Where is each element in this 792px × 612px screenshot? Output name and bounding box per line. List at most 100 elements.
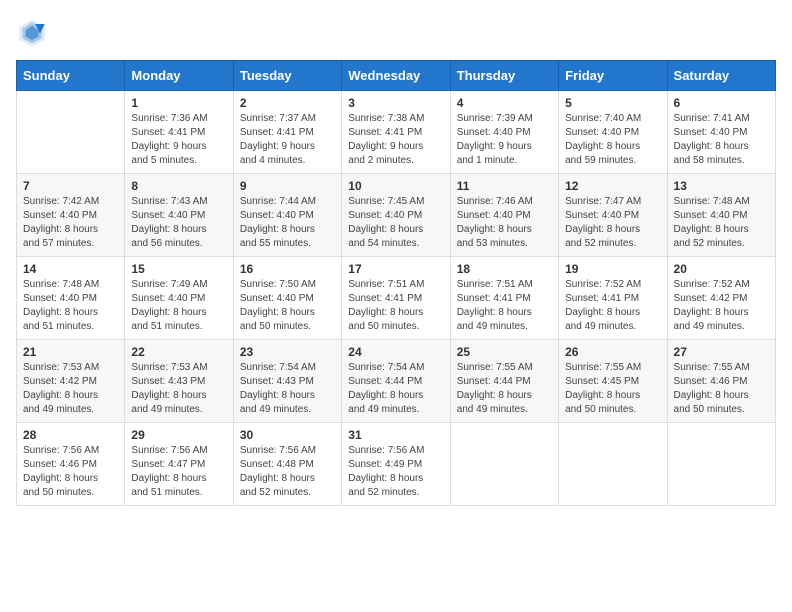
calendar-cell: 15 Sunrise: 7:49 AM Sunset: 4:40 PM Dayli… xyxy=(125,257,233,340)
calendar-cell: 1Sunrise: 7:36 AM Sunset: 4:41 PM Daylig… xyxy=(125,91,233,174)
calendar-cell: 21Sunrise: 7:53 AM Sunset: 4:42 PM Dayli… xyxy=(17,340,125,423)
calendar-cell: 5 Sunrise: 7:40 AM Sunset: 4:40 PM Daylig… xyxy=(559,91,667,174)
day-number: 28 xyxy=(23,428,118,442)
day-number: 7 xyxy=(23,179,118,193)
day-info: Sunrise: 7:49 AM Sunset: 4:40 PM Dayligh… xyxy=(131,278,226,334)
day-number: 9 xyxy=(240,179,335,193)
calendar-cell: 30 Sunrise: 7:56 AM Sunset: 4:48 PM Dayli… xyxy=(233,423,341,506)
day-info: Sunrise: 7:55 AM Sunset: 4:44 PM Dayligh… xyxy=(457,361,552,417)
day-info: Sunrise: 7:56 AM Sunset: 4:47 PM Dayligh… xyxy=(131,444,226,500)
day-header-monday: Monday xyxy=(125,61,233,91)
calendar-cell: 7 Sunrise: 7:42 AM Sunset: 4:40 PM Daylig… xyxy=(17,174,125,257)
calendar-cell: 20 Sunrise: 7:52 AM Sunset: 4:42 PM Dayli… xyxy=(667,257,775,340)
day-number: 10 xyxy=(348,179,443,193)
calendar-cell: 6 Sunrise: 7:41 AM Sunset: 4:40 PM Daylig… xyxy=(667,91,775,174)
calendar-week-row: 21Sunrise: 7:53 AM Sunset: 4:42 PM Dayli… xyxy=(17,340,776,423)
day-info: Sunrise: 7:46 AM Sunset: 4:40 PM Dayligh… xyxy=(457,195,552,251)
calendar-cell: 29Sunrise: 7:56 AM Sunset: 4:47 PM Dayli… xyxy=(125,423,233,506)
calendar-cell: 23Sunrise: 7:54 AM Sunset: 4:43 PM Dayli… xyxy=(233,340,341,423)
day-info: Sunrise: 7:39 AM Sunset: 4:40 PM Dayligh… xyxy=(457,112,552,168)
calendar-cell: 9 Sunrise: 7:44 AM Sunset: 4:40 PM Daylig… xyxy=(233,174,341,257)
calendar-header: SundayMondayTuesdayWednesdayThursdayFrid… xyxy=(17,61,776,91)
day-header-friday: Friday xyxy=(559,61,667,91)
calendar-cell: 27 Sunrise: 7:55 AM Sunset: 4:46 PM Dayli… xyxy=(667,340,775,423)
day-info: Sunrise: 7:37 AM Sunset: 4:41 PM Dayligh… xyxy=(240,112,335,168)
day-number: 5 xyxy=(565,96,660,110)
day-info: Sunrise: 7:50 AM Sunset: 4:40 PM Dayligh… xyxy=(240,278,335,334)
calendar-cell: 18Sunrise: 7:51 AM Sunset: 4:41 PM Dayli… xyxy=(450,257,558,340)
calendar-cell: 10 Sunrise: 7:45 AM Sunset: 4:40 PM Dayli… xyxy=(342,174,450,257)
day-number: 11 xyxy=(457,179,552,193)
calendar-cell: 14Sunrise: 7:48 AM Sunset: 4:40 PM Dayli… xyxy=(17,257,125,340)
day-info: Sunrise: 7:52 AM Sunset: 4:42 PM Dayligh… xyxy=(674,278,769,334)
day-number: 6 xyxy=(674,96,769,110)
day-number: 27 xyxy=(674,345,769,359)
day-info: Sunrise: 7:42 AM Sunset: 4:40 PM Dayligh… xyxy=(23,195,118,251)
day-info: Sunrise: 7:54 AM Sunset: 4:43 PM Dayligh… xyxy=(240,361,335,417)
day-number: 30 xyxy=(240,428,335,442)
day-number: 31 xyxy=(348,428,443,442)
day-info: Sunrise: 7:43 AM Sunset: 4:40 PM Dayligh… xyxy=(131,195,226,251)
day-number: 17 xyxy=(348,262,443,276)
day-number: 19 xyxy=(565,262,660,276)
calendar-cell: 11 Sunrise: 7:46 AM Sunset: 4:40 PM Dayli… xyxy=(450,174,558,257)
calendar-cell: 17Sunrise: 7:51 AM Sunset: 4:41 PM Dayli… xyxy=(342,257,450,340)
day-info: Sunrise: 7:45 AM Sunset: 4:40 PM Dayligh… xyxy=(348,195,443,251)
day-info: Sunrise: 7:40 AM Sunset: 4:40 PM Dayligh… xyxy=(565,112,660,168)
calendar-cell: 16 Sunrise: 7:50 AM Sunset: 4:40 PM Dayli… xyxy=(233,257,341,340)
calendar-cell: 13 Sunrise: 7:48 AM Sunset: 4:40 PM Dayli… xyxy=(667,174,775,257)
day-info: Sunrise: 7:53 AM Sunset: 4:42 PM Dayligh… xyxy=(23,361,118,417)
day-info: Sunrise: 7:53 AM Sunset: 4:43 PM Dayligh… xyxy=(131,361,226,417)
day-number: 12 xyxy=(565,179,660,193)
calendar-cell: 28 Sunrise: 7:56 AM Sunset: 4:46 PM Dayli… xyxy=(17,423,125,506)
calendar-cell: 24 Sunrise: 7:54 AM Sunset: 4:44 PM Dayli… xyxy=(342,340,450,423)
day-info: Sunrise: 7:55 AM Sunset: 4:46 PM Dayligh… xyxy=(674,361,769,417)
calendar-week-row: 1Sunrise: 7:36 AM Sunset: 4:41 PM Daylig… xyxy=(17,91,776,174)
day-number: 15 xyxy=(131,262,226,276)
day-info: Sunrise: 7:38 AM Sunset: 4:41 PM Dayligh… xyxy=(348,112,443,168)
day-info: Sunrise: 7:56 AM Sunset: 4:49 PM Dayligh… xyxy=(348,444,443,500)
day-number: 4 xyxy=(457,96,552,110)
day-info: Sunrise: 7:55 AM Sunset: 4:45 PM Dayligh… xyxy=(565,361,660,417)
calendar-cell: 26 Sunrise: 7:55 AM Sunset: 4:45 PM Dayli… xyxy=(559,340,667,423)
day-header-sunday: Sunday xyxy=(17,61,125,91)
day-info: Sunrise: 7:56 AM Sunset: 4:48 PM Dayligh… xyxy=(240,444,335,500)
calendar-cell: 3 Sunrise: 7:38 AM Sunset: 4:41 PM Daylig… xyxy=(342,91,450,174)
calendar-cell: 2 Sunrise: 7:37 AM Sunset: 4:41 PM Daylig… xyxy=(233,91,341,174)
day-header-wednesday: Wednesday xyxy=(342,61,450,91)
day-number: 25 xyxy=(457,345,552,359)
day-number: 3 xyxy=(348,96,443,110)
day-info: Sunrise: 7:48 AM Sunset: 4:40 PM Dayligh… xyxy=(674,195,769,251)
calendar-cell: 12Sunrise: 7:47 AM Sunset: 4:40 PM Dayli… xyxy=(559,174,667,257)
calendar-body: 1Sunrise: 7:36 AM Sunset: 4:41 PM Daylig… xyxy=(17,91,776,506)
day-info: Sunrise: 7:56 AM Sunset: 4:46 PM Dayligh… xyxy=(23,444,118,500)
calendar-cell xyxy=(559,423,667,506)
calendar-cell: 31 Sunrise: 7:56 AM Sunset: 4:49 PM Dayli… xyxy=(342,423,450,506)
day-number: 14 xyxy=(23,262,118,276)
calendar-cell xyxy=(667,423,775,506)
day-header-tuesday: Tuesday xyxy=(233,61,341,91)
calendar-cell: 19Sunrise: 7:52 AM Sunset: 4:41 PM Dayli… xyxy=(559,257,667,340)
calendar-cell: 4 Sunrise: 7:39 AM Sunset: 4:40 PM Daylig… xyxy=(450,91,558,174)
day-number: 16 xyxy=(240,262,335,276)
calendar-cell: 8 Sunrise: 7:43 AM Sunset: 4:40 PM Daylig… xyxy=(125,174,233,257)
day-info: Sunrise: 7:54 AM Sunset: 4:44 PM Dayligh… xyxy=(348,361,443,417)
calendar-week-row: 14Sunrise: 7:48 AM Sunset: 4:40 PM Dayli… xyxy=(17,257,776,340)
calendar-cell: 22Sunrise: 7:53 AM Sunset: 4:43 PM Dayli… xyxy=(125,340,233,423)
day-headers-row: SundayMondayTuesdayWednesdayThursdayFrid… xyxy=(17,61,776,91)
day-header-saturday: Saturday xyxy=(667,61,775,91)
day-number: 20 xyxy=(674,262,769,276)
day-number: 18 xyxy=(457,262,552,276)
day-number: 13 xyxy=(674,179,769,193)
day-number: 24 xyxy=(348,345,443,359)
day-number: 2 xyxy=(240,96,335,110)
calendar-table: SundayMondayTuesdayWednesdayThursdayFrid… xyxy=(16,60,776,506)
day-info: Sunrise: 7:44 AM Sunset: 4:40 PM Dayligh… xyxy=(240,195,335,251)
logo-icon xyxy=(16,16,48,48)
day-info: Sunrise: 7:41 AM Sunset: 4:40 PM Dayligh… xyxy=(674,112,769,168)
header xyxy=(16,16,776,48)
day-number: 1 xyxy=(131,96,226,110)
day-number: 8 xyxy=(131,179,226,193)
calendar-week-row: 28 Sunrise: 7:56 AM Sunset: 4:46 PM Dayli… xyxy=(17,423,776,506)
day-number: 26 xyxy=(565,345,660,359)
